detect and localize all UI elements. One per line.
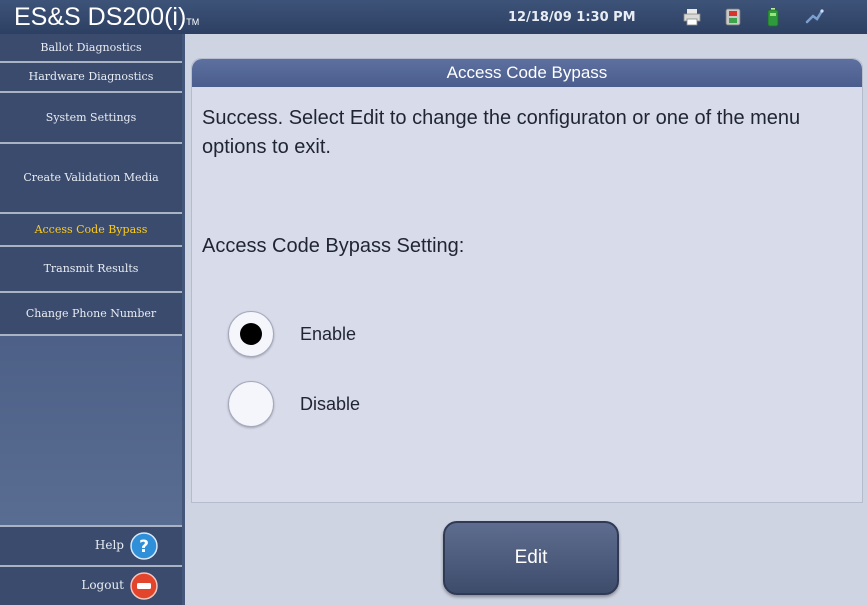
sidebar-item-change-phone-number[interactable]: Change Phone Number <box>0 293 182 336</box>
status-message: Success. Select Edit to change the confi… <box>202 107 801 158</box>
edit-button[interactable]: Edit <box>443 521 619 595</box>
settings-panel: Access Code Bypass Success. Select Edit … <box>191 58 863 503</box>
setting-label: Access Code Bypass Setting: <box>202 235 465 257</box>
panel-title: Access Code Bypass <box>192 59 862 87</box>
logout-icon <box>130 572 158 600</box>
sidebar: Ballot Diagnostics Hardware Diagnostics … <box>0 34 185 605</box>
sidebar-item-system-settings[interactable]: System Settings <box>0 93 182 144</box>
sidebar-item-transmit-results[interactable]: Transmit Results <box>0 247 182 293</box>
sidebar-item-create-validation-media[interactable]: Create Validation Media <box>0 144 182 214</box>
memory-card-icon <box>725 8 741 26</box>
sidebar-item-access-code-bypass[interactable]: Access Code Bypass <box>0 214 182 247</box>
help-label: Help <box>94 538 124 552</box>
help-button[interactable]: Help ? <box>0 525 182 565</box>
enable-label: Enable <box>300 323 357 344</box>
printer-icon <box>683 9 701 26</box>
enable-radio[interactable] <box>228 311 274 357</box>
network-icon <box>805 9 824 24</box>
help-icon: ? <box>130 532 158 560</box>
disable-label: Disable <box>300 393 361 414</box>
sidebar-item-hardware-diagnostics[interactable]: Hardware Diagnostics <box>0 63 182 93</box>
main-content: Access Code Bypass Success. Select Edit … <box>185 34 867 605</box>
datetime-display: 12/18/09 1:30 PM <box>508 10 636 25</box>
disable-option[interactable]: Disable <box>228 381 360 427</box>
sidebar-item-ballot-diagnostics[interactable]: Ballot Diagnostics <box>0 34 182 63</box>
disable-radio[interactable] <box>228 381 274 427</box>
radio-selected-dot <box>240 323 262 345</box>
enable-option[interactable]: Enable <box>228 311 356 357</box>
trademark-mark: TM <box>186 17 200 27</box>
battery-icon <box>767 8 779 27</box>
svg-text:?: ? <box>139 537 149 557</box>
app-title: ES&S DS200(i)TM <box>14 3 200 31</box>
sidebar-empty-area <box>0 336 182 554</box>
logout-label: Logout <box>81 578 124 592</box>
title-bar: ES&S DS200(i)TM 12/18/09 1:30 PM <box>0 0 867 34</box>
logout-button[interactable]: Logout <box>0 565 182 605</box>
